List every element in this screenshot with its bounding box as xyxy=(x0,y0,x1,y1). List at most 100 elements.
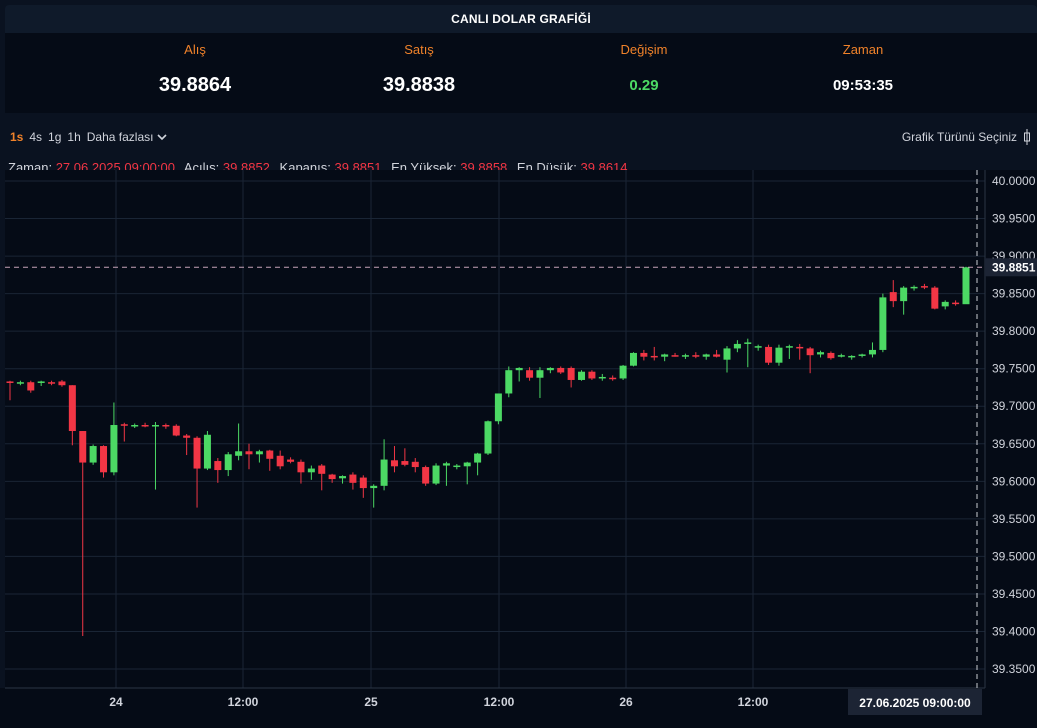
candle-body xyxy=(37,381,45,383)
candle-body xyxy=(733,343,741,349)
candle-body xyxy=(359,477,367,489)
candle-body xyxy=(806,348,814,356)
candle-body xyxy=(266,450,274,459)
candle-body xyxy=(765,346,773,363)
candle-body xyxy=(858,354,866,356)
candle-body xyxy=(79,431,87,463)
candle-body xyxy=(224,454,232,471)
crosshair-price-label: 39.8851 xyxy=(992,260,1036,274)
candle-body xyxy=(307,468,315,473)
candle-body xyxy=(214,461,222,471)
candle-body xyxy=(318,465,326,474)
candle-body xyxy=(588,371,596,379)
candle-body xyxy=(235,451,243,456)
candle-body xyxy=(837,355,845,357)
candle-body xyxy=(578,371,586,380)
candle-body xyxy=(775,347,783,363)
candle-body xyxy=(390,460,398,467)
y-tick-label: 39.5500 xyxy=(992,512,1036,526)
candle-body xyxy=(193,437,201,469)
y-tick-label: 39.8000 xyxy=(992,324,1036,338)
candle-body xyxy=(910,286,918,289)
candle-body xyxy=(671,355,679,357)
candle-body xyxy=(692,355,700,357)
candle-body xyxy=(162,425,170,427)
x-tick-label: 24 xyxy=(109,695,123,709)
candle-body xyxy=(941,301,949,307)
candle-body xyxy=(463,462,471,467)
candle-body xyxy=(474,453,482,463)
candle-body xyxy=(962,267,970,305)
candle-body xyxy=(100,446,108,473)
candle-body xyxy=(89,446,97,463)
candle-body xyxy=(848,355,856,358)
candle-body xyxy=(557,367,565,373)
candle-body xyxy=(661,354,669,357)
y-tick-label: 39.9500 xyxy=(992,212,1036,226)
price-axis-area xyxy=(985,170,1037,688)
candle-body xyxy=(442,463,450,466)
candle-body xyxy=(245,451,253,455)
candle-body xyxy=(744,342,752,344)
y-tick-label: 39.6000 xyxy=(992,474,1036,488)
candle-body xyxy=(640,352,648,357)
candle-body xyxy=(349,474,357,483)
candle-body xyxy=(546,367,554,371)
candle-body xyxy=(131,425,139,427)
candle-body xyxy=(411,461,419,468)
candle-body xyxy=(287,459,295,462)
y-tick-label: 39.7000 xyxy=(992,399,1036,413)
candle-body xyxy=(172,425,180,436)
candle-body xyxy=(785,346,793,348)
candle-body xyxy=(183,435,191,438)
candle-body xyxy=(484,421,492,454)
candle-body xyxy=(6,381,14,383)
candle-body xyxy=(432,465,440,484)
candle-body xyxy=(370,485,378,489)
candle-body xyxy=(297,461,305,473)
candle-body xyxy=(796,346,804,349)
candle-body xyxy=(401,461,409,465)
candle-body xyxy=(505,370,513,394)
x-tick-label: 26 xyxy=(619,695,633,709)
candle-body xyxy=(515,367,523,371)
candle-body xyxy=(900,287,908,302)
candle-body xyxy=(629,352,637,366)
candle-body xyxy=(817,352,825,355)
candle-body xyxy=(650,355,658,358)
candle-body xyxy=(151,425,159,427)
y-tick-label: 39.5000 xyxy=(992,549,1036,563)
candle-body xyxy=(754,346,762,348)
candle-body xyxy=(952,302,960,305)
candlestick-chart[interactable]: 40.000039.950039.900039.850039.800039.75… xyxy=(0,0,1037,728)
y-tick-label: 39.7500 xyxy=(992,362,1036,376)
y-tick-label: 40.0000 xyxy=(992,174,1036,188)
y-tick-label: 39.4500 xyxy=(992,587,1036,601)
candle-body xyxy=(681,355,689,357)
candle-body xyxy=(339,476,347,479)
candle-body xyxy=(380,459,388,486)
y-tick-label: 39.3500 xyxy=(992,662,1036,676)
candle-body xyxy=(58,381,66,386)
candle-body xyxy=(868,349,876,355)
candle-body xyxy=(889,292,897,302)
plot-area xyxy=(5,170,985,688)
candle-body xyxy=(931,287,939,309)
candle-body xyxy=(536,370,544,378)
candle-body xyxy=(526,370,534,378)
x-tick-label: 25 xyxy=(364,695,378,709)
candle-body xyxy=(567,367,575,380)
y-tick-label: 39.6500 xyxy=(992,437,1036,451)
candle-body xyxy=(619,365,627,379)
candle-body xyxy=(702,354,710,357)
candle-body xyxy=(120,424,128,426)
candle-body xyxy=(110,425,118,473)
candle-body xyxy=(48,382,56,384)
candle-body xyxy=(16,382,24,384)
candle-body xyxy=(255,451,263,455)
candle-body xyxy=(494,393,502,422)
candle-body xyxy=(141,425,149,427)
candle-body xyxy=(598,376,606,379)
y-tick-label: 39.8500 xyxy=(992,287,1036,301)
candle-body xyxy=(713,354,721,357)
